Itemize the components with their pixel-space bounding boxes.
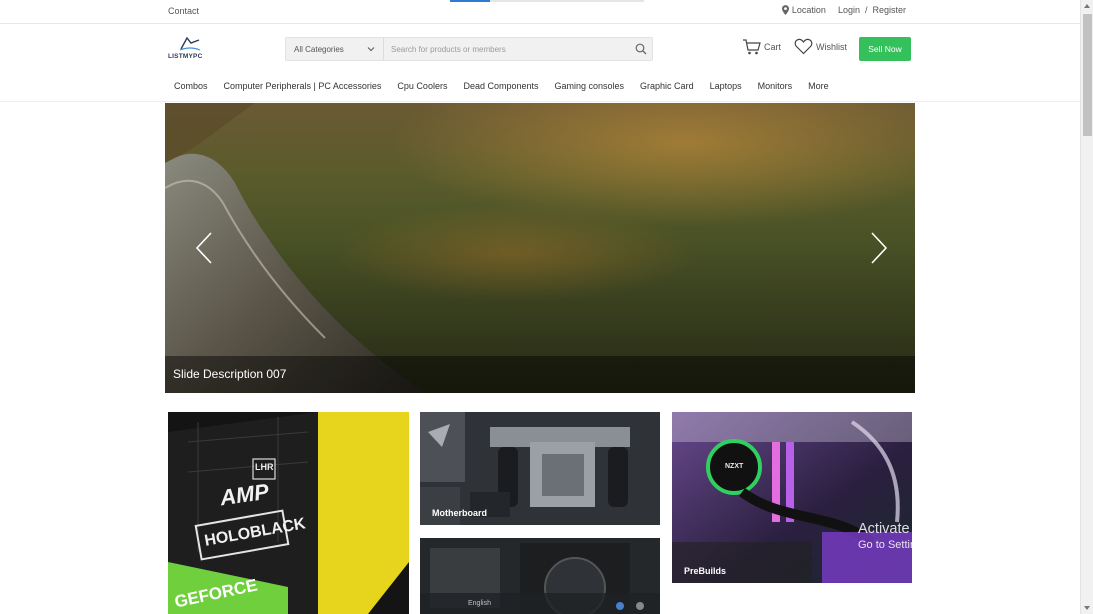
category-tile-components[interactable]: English — [420, 538, 660, 614]
category-tile-graphic-card[interactable]: LHR AMP HOLOBLACK GEFORCE — [168, 412, 409, 614]
category-select-value: All Categories — [294, 44, 344, 54]
nav-item-monitors[interactable]: Monitors — [758, 81, 793, 91]
top-bar: Contact Location Login / Register — [0, 0, 1080, 24]
chevron-down-icon — [367, 47, 375, 52]
watermark-subtitle: Go to Settings to activate Windows. — [858, 539, 1032, 551]
nav-item-laptops[interactable]: Laptops — [710, 81, 742, 91]
prebuilds-image — [672, 412, 912, 583]
page-loading-bar — [450, 0, 644, 2]
category-nav: Combos Computer Peripherals | PC Accesso… — [174, 81, 829, 91]
category-tile-prebuilds[interactable]: NZXT PreBuilds — [672, 412, 912, 583]
wishlist-label: Wishlist — [816, 41, 847, 52]
category-tile-motherboard[interactable]: Motherboard — [420, 412, 660, 525]
activate-windows-watermark: Activate Windows Go to Settings to activ… — [858, 521, 1032, 551]
nav-item-gaming-consoles[interactable]: Gaming consoles — [555, 81, 625, 91]
search-button[interactable] — [630, 38, 652, 60]
watermark-title: Activate Windows — [858, 521, 973, 537]
logo-mark-icon — [179, 36, 201, 51]
location-pin-icon — [781, 5, 789, 15]
login-link[interactable]: Login — [838, 5, 860, 15]
cart-icon — [743, 39, 761, 55]
components-image — [420, 538, 660, 614]
search-input[interactable] — [384, 44, 630, 54]
tile-label-prebuilds: PreBuilds — [684, 566, 727, 576]
tile-label-motherboard: Motherboard — [432, 508, 487, 518]
contact-link[interactable]: Contact — [168, 6, 199, 16]
page-scrollbar[interactable] — [1080, 0, 1093, 614]
category-select[interactable]: All Categories — [286, 38, 384, 60]
sell-now-button[interactable]: Sell Now — [859, 37, 911, 61]
header-divider — [0, 101, 1080, 102]
top-bar-right: Location Login / Register — [781, 5, 906, 15]
register-link[interactable]: Register — [872, 5, 906, 15]
cart-link[interactable]: Cart — [742, 39, 781, 55]
nav-item-more[interactable]: More — [808, 81, 829, 91]
logo-text: LISTMYPC — [168, 53, 203, 60]
nav-item-computer-peripherals[interactable]: Computer Peripherals | PC Accessories — [224, 81, 382, 91]
search-icon — [635, 43, 647, 55]
scroll-up-arrow-icon[interactable] — [1084, 4, 1090, 8]
scroll-down-arrow-icon[interactable] — [1084, 606, 1090, 610]
location-link[interactable]: Location — [781, 5, 826, 15]
gpu-box-lhr-text: LHR — [255, 462, 274, 472]
nav-item-combos[interactable]: Combos — [174, 81, 208, 91]
gpu-box-image — [168, 412, 409, 614]
site-header: LISTMYPC All Categories Cart Wishlist — [0, 25, 1080, 73]
nav-item-dead-components[interactable]: Dead Components — [463, 81, 538, 91]
slider-next-arrow-icon[interactable] — [868, 231, 890, 265]
taskbar-language-fragment: English — [468, 600, 491, 607]
nav-item-graphic-card[interactable]: Graphic Card — [640, 81, 694, 91]
cart-label: Cart — [764, 42, 782, 52]
location-label: Location — [791, 5, 826, 15]
scrollbar-thumb[interactable] — [1083, 14, 1092, 136]
slider-prev-arrow-icon[interactable] — [193, 231, 215, 265]
login-register-separator: / — [864, 5, 868, 15]
heart-icon — [794, 38, 813, 55]
slide-caption-bar: Slide Description 007 — [165, 356, 915, 393]
nav-item-cpu-coolers[interactable]: Cpu Coolers — [397, 81, 447, 91]
hero-slider: Slide Description 007 — [165, 103, 915, 393]
slide-caption: Slide Description 007 — [173, 367, 287, 381]
pc-fan-brand-text: NZXT — [725, 463, 744, 470]
site-logo[interactable]: LISTMYPC — [168, 35, 212, 65]
wishlist-link[interactable]: Wishlist — [794, 38, 847, 55]
search-bar: All Categories — [285, 37, 653, 61]
